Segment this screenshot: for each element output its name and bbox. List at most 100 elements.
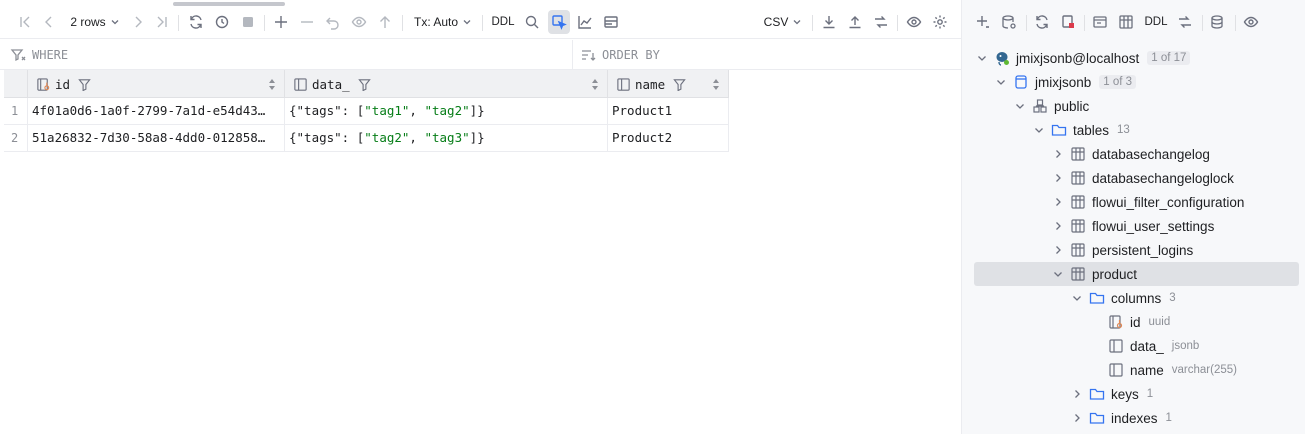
tree-node-column[interactable]: name varchar(255): [1104, 358, 1237, 382]
cell-data[interactable]: {"tags": ["tag2", "tag3"]}: [285, 125, 608, 151]
tree-node-database[interactable]: jmixjsonb 1 of 3: [993, 70, 1137, 94]
column-icon: [617, 77, 630, 91]
tree-node-table[interactable]: flowui_filter_configuration: [1050, 190, 1244, 214]
chevron-right-icon[interactable]: [1050, 218, 1066, 234]
eye-icon[interactable]: [1240, 10, 1262, 34]
download-icon[interactable]: [818, 10, 840, 34]
columns-count: 3: [1169, 292, 1176, 304]
cell-id[interactable]: 51a26832-7d30-58a8-4dd0-012858…: [28, 125, 285, 151]
next-page-icon[interactable]: [127, 10, 149, 34]
column-header-data[interactable]: data_: [285, 70, 608, 98]
chevron-down-icon: [463, 20, 471, 25]
delete-row-icon[interactable]: [296, 10, 318, 34]
tree-node-keys-folder[interactable]: keys 1: [1069, 382, 1153, 406]
tree-node-column[interactable]: id uuid: [1104, 310, 1170, 334]
column-header-name[interactable]: name: [608, 70, 729, 98]
search-icon[interactable]: [521, 10, 543, 34]
tree-node-indexes-folder[interactable]: indexes 1: [1069, 406, 1172, 430]
filter-icon[interactable]: [357, 78, 371, 91]
where-filter-input[interactable]: WHERE: [10, 40, 570, 70]
json-fragment: {"tags": [: [289, 130, 365, 145]
disconnect-icon[interactable]: [1057, 10, 1079, 34]
chevron-right-icon[interactable]: [1050, 242, 1066, 258]
row-number-header: [4, 70, 28, 98]
database-explorer-pane: DDL jmixjsonb@localhost 1 of 17 jmixjson…: [961, 0, 1305, 434]
chevron-right-icon[interactable]: [1069, 386, 1085, 402]
database-filter-icon[interactable]: [1207, 10, 1229, 34]
chevron-down-icon[interactable]: [1012, 98, 1028, 114]
sort-icon[interactable]: [268, 79, 276, 90]
tree-node-table[interactable]: flowui_user_settings: [1050, 214, 1214, 238]
auto-refresh-clock-icon[interactable]: [211, 10, 233, 34]
tree-node-table[interactable]: databasechangelog: [1050, 142, 1210, 166]
console-icon[interactable]: [1089, 10, 1111, 34]
tree-node-columns-folder[interactable]: columns 3: [1069, 286, 1176, 310]
tree-node-column[interactable]: data_ jsonb: [1104, 334, 1199, 358]
chevron-down-icon: [793, 20, 801, 25]
table-row[interactable]: 1 4f01a0d6-1a0f-2799-7a1d-e54d43… {"tags…: [4, 98, 729, 125]
cell-data[interactable]: {"tags": ["tag1", "tag2"]}: [285, 98, 608, 124]
datasource-count-badge: 1 of 17: [1147, 51, 1191, 65]
refresh-icon[interactable]: [1031, 10, 1053, 34]
submit-icon[interactable]: [374, 10, 396, 34]
column-type: uuid: [1148, 316, 1171, 328]
gear-icon[interactable]: [929, 10, 951, 34]
select-cursor-icon[interactable]: [548, 10, 570, 34]
eye-icon[interactable]: [903, 10, 925, 34]
chevron-right-icon[interactable]: [1069, 410, 1085, 426]
last-page-icon[interactable]: [151, 10, 173, 34]
column-header-id[interactable]: id: [28, 70, 285, 98]
where-placeholder: WHERE: [32, 48, 69, 62]
tree-node-table[interactable]: persistent_logins: [1050, 238, 1193, 262]
export-format-dropdown[interactable]: CSV: [760, 10, 806, 34]
folder-icon: [1089, 410, 1105, 426]
compare-icon[interactable]: [870, 10, 892, 34]
preview-changes-icon[interactable]: [348, 10, 370, 34]
chevron-right-icon[interactable]: [1050, 146, 1066, 162]
sort-icon[interactable]: [591, 79, 599, 90]
data-source-properties-icon[interactable]: [998, 10, 1020, 34]
cell-name[interactable]: Product1: [608, 98, 729, 124]
tree-node-datasource[interactable]: jmixjsonb@localhost 1 of 17: [974, 46, 1191, 70]
tree-node-tables-folder[interactable]: tables 13: [1031, 118, 1130, 142]
sort-icon[interactable]: [712, 79, 720, 90]
json-fragment: ,: [409, 130, 425, 145]
cell-name[interactable]: Product2: [608, 125, 729, 151]
first-page-icon[interactable]: [14, 10, 36, 34]
table-icon[interactable]: [1115, 10, 1137, 34]
rows-count-dropdown[interactable]: 2 rows: [64, 10, 126, 34]
table-label: flowui_filter_configuration: [1092, 194, 1245, 210]
schema-icon: [1032, 98, 1048, 114]
chevron-right-icon[interactable]: [1050, 170, 1066, 186]
chevron-right-icon[interactable]: [1050, 194, 1066, 210]
stop-icon[interactable]: [237, 10, 259, 34]
filter-icon[interactable]: [78, 78, 91, 91]
chevron-down-icon[interactable]: [1069, 290, 1085, 306]
revert-icon[interactable]: [322, 10, 344, 34]
add-row-icon[interactable]: [270, 10, 292, 34]
row-number: 1: [4, 98, 28, 124]
ddl-button[interactable]: DDL: [489, 10, 517, 34]
chevron-down-icon[interactable]: [993, 74, 1009, 90]
previous-page-icon[interactable]: [38, 10, 60, 34]
ddl-button[interactable]: DDL: [1142, 10, 1170, 34]
tree-node-table[interactable]: databasechangeloglock: [1050, 166, 1234, 190]
ddl-label: DDL: [491, 16, 515, 28]
table-row[interactable]: 2 51a26832-7d30-58a8-4dd0-012858… {"tags…: [4, 125, 729, 152]
chevron-down-icon[interactable]: [974, 50, 990, 66]
transaction-mode-dropdown[interactable]: Tx: Auto: [410, 10, 476, 34]
upload-icon[interactable]: [844, 10, 866, 34]
chevron-down-icon[interactable]: [1050, 266, 1066, 282]
tree-node-table-selected[interactable]: product: [974, 262, 1299, 286]
cell-id[interactable]: 4f01a0d6-1a0f-2799-7a1d-e54d43…: [28, 98, 285, 124]
view-mode-icon[interactable]: [600, 10, 622, 34]
refresh-icon[interactable]: [185, 10, 207, 34]
chart-icon[interactable]: [574, 10, 596, 34]
chevron-down-icon[interactable]: [1031, 122, 1047, 138]
add-icon[interactable]: [972, 10, 994, 34]
tree-node-schema[interactable]: public: [1012, 94, 1089, 118]
columns-folder-label: columns: [1111, 290, 1162, 306]
filter-icon[interactable]: [673, 78, 686, 91]
jump-to-source-icon[interactable]: [1174, 10, 1196, 34]
order-by-input[interactable]: ORDER BY: [580, 40, 950, 70]
